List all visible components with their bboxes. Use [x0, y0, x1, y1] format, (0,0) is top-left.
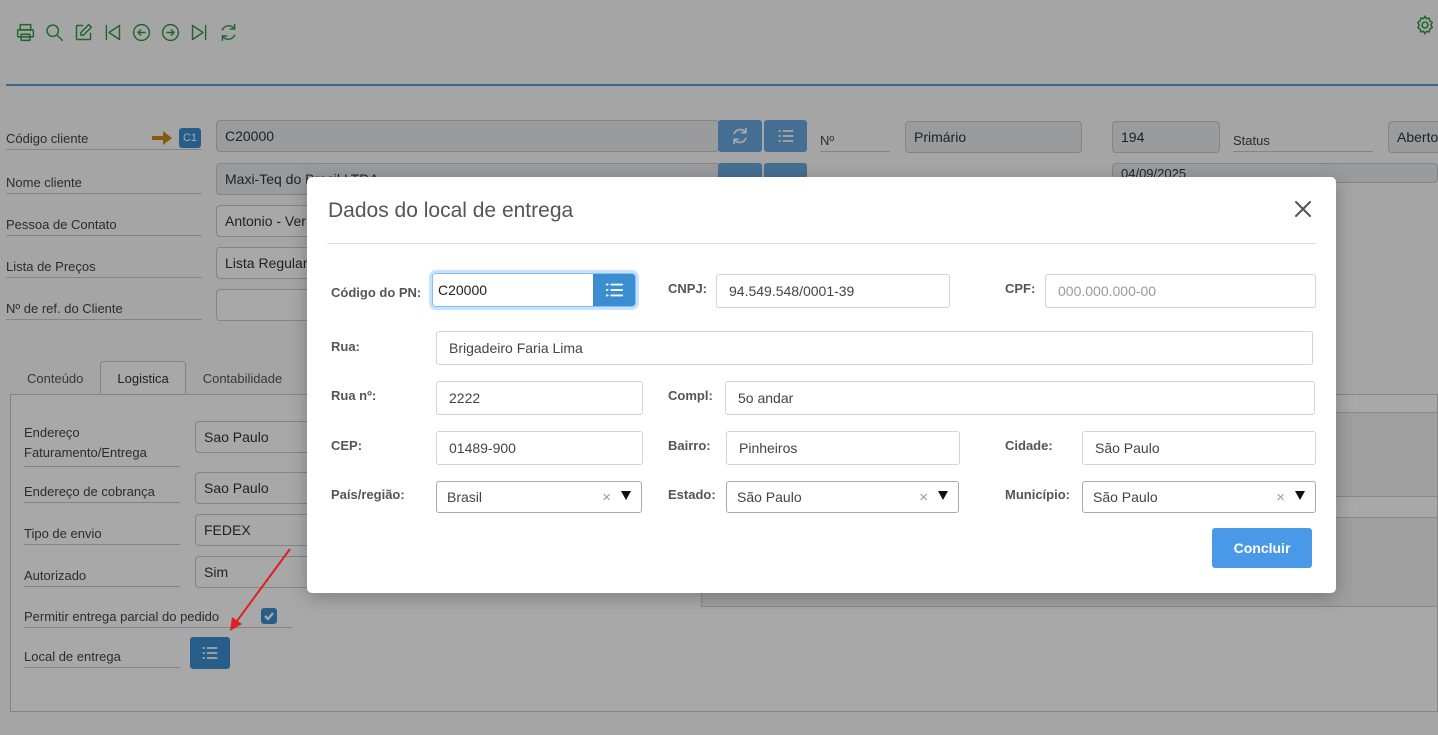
rua-input[interactable]: Brigadeiro Faria Lima [436, 331, 1313, 365]
cidade-label: Cidade: [1005, 438, 1053, 453]
codigo-pn-lookup-button[interactable] [593, 274, 635, 306]
close-icon [1295, 201, 1311, 217]
modal-title: Dados do local de entrega [328, 199, 574, 222]
codigo-pn-input[interactable]: C20000 [433, 274, 593, 306]
modal-header-divider [327, 243, 1316, 244]
cpf-label: CPF: [1005, 281, 1036, 296]
estado-value: São Paulo [737, 489, 802, 505]
pais-value: Brasil [447, 489, 483, 505]
rua-numero-label: Rua nº: [331, 388, 377, 403]
bairro-input[interactable]: Pinheiros [726, 431, 960, 465]
cep-label: CEP: [331, 438, 363, 453]
red-arrow-annotation [230, 548, 291, 631]
pais-select[interactable]: Brasil × [436, 481, 642, 513]
caret-down-icon[interactable] [1295, 491, 1305, 500]
rua-label: Rua: [331, 339, 360, 354]
estado-select[interactable]: São Paulo × [726, 481, 959, 513]
cidade-input[interactable]: São Paulo [1082, 431, 1316, 465]
bairro-label: Bairro: [668, 438, 711, 453]
pais-label: País/região: [331, 487, 405, 502]
estado-label: Estado: [668, 487, 716, 502]
cpf-input[interactable]: 000.000.000-00 [1045, 274, 1316, 308]
municipio-label: Município: [1005, 487, 1070, 502]
cnpj-label: CNPJ: [668, 281, 708, 296]
municipio-select[interactable]: São Paulo × [1082, 481, 1316, 513]
complemento-input[interactable]: 5o andar [725, 381, 1315, 415]
list-icon [605, 283, 624, 297]
caret-down-icon[interactable] [938, 491, 948, 500]
clear-icon[interactable]: × [602, 489, 611, 506]
rua-numero-input[interactable]: 2222 [436, 381, 643, 415]
close-button[interactable] [1291, 197, 1315, 221]
complemento-label: Compl: [668, 388, 713, 403]
cep-input[interactable]: 01489-900 [436, 431, 643, 465]
caret-down-icon[interactable] [621, 491, 631, 500]
clear-icon[interactable]: × [1276, 489, 1285, 506]
concluir-button[interactable]: Concluir [1212, 528, 1312, 568]
cnpj-input[interactable]: 94.549.548/0001-39 [716, 274, 950, 308]
municipio-value: São Paulo [1093, 489, 1158, 505]
codigo-pn-label: Código do PN: [331, 285, 422, 300]
clear-icon[interactable]: × [919, 489, 928, 506]
delivery-location-modal: Dados do local de entrega Código do PN: … [307, 177, 1336, 593]
